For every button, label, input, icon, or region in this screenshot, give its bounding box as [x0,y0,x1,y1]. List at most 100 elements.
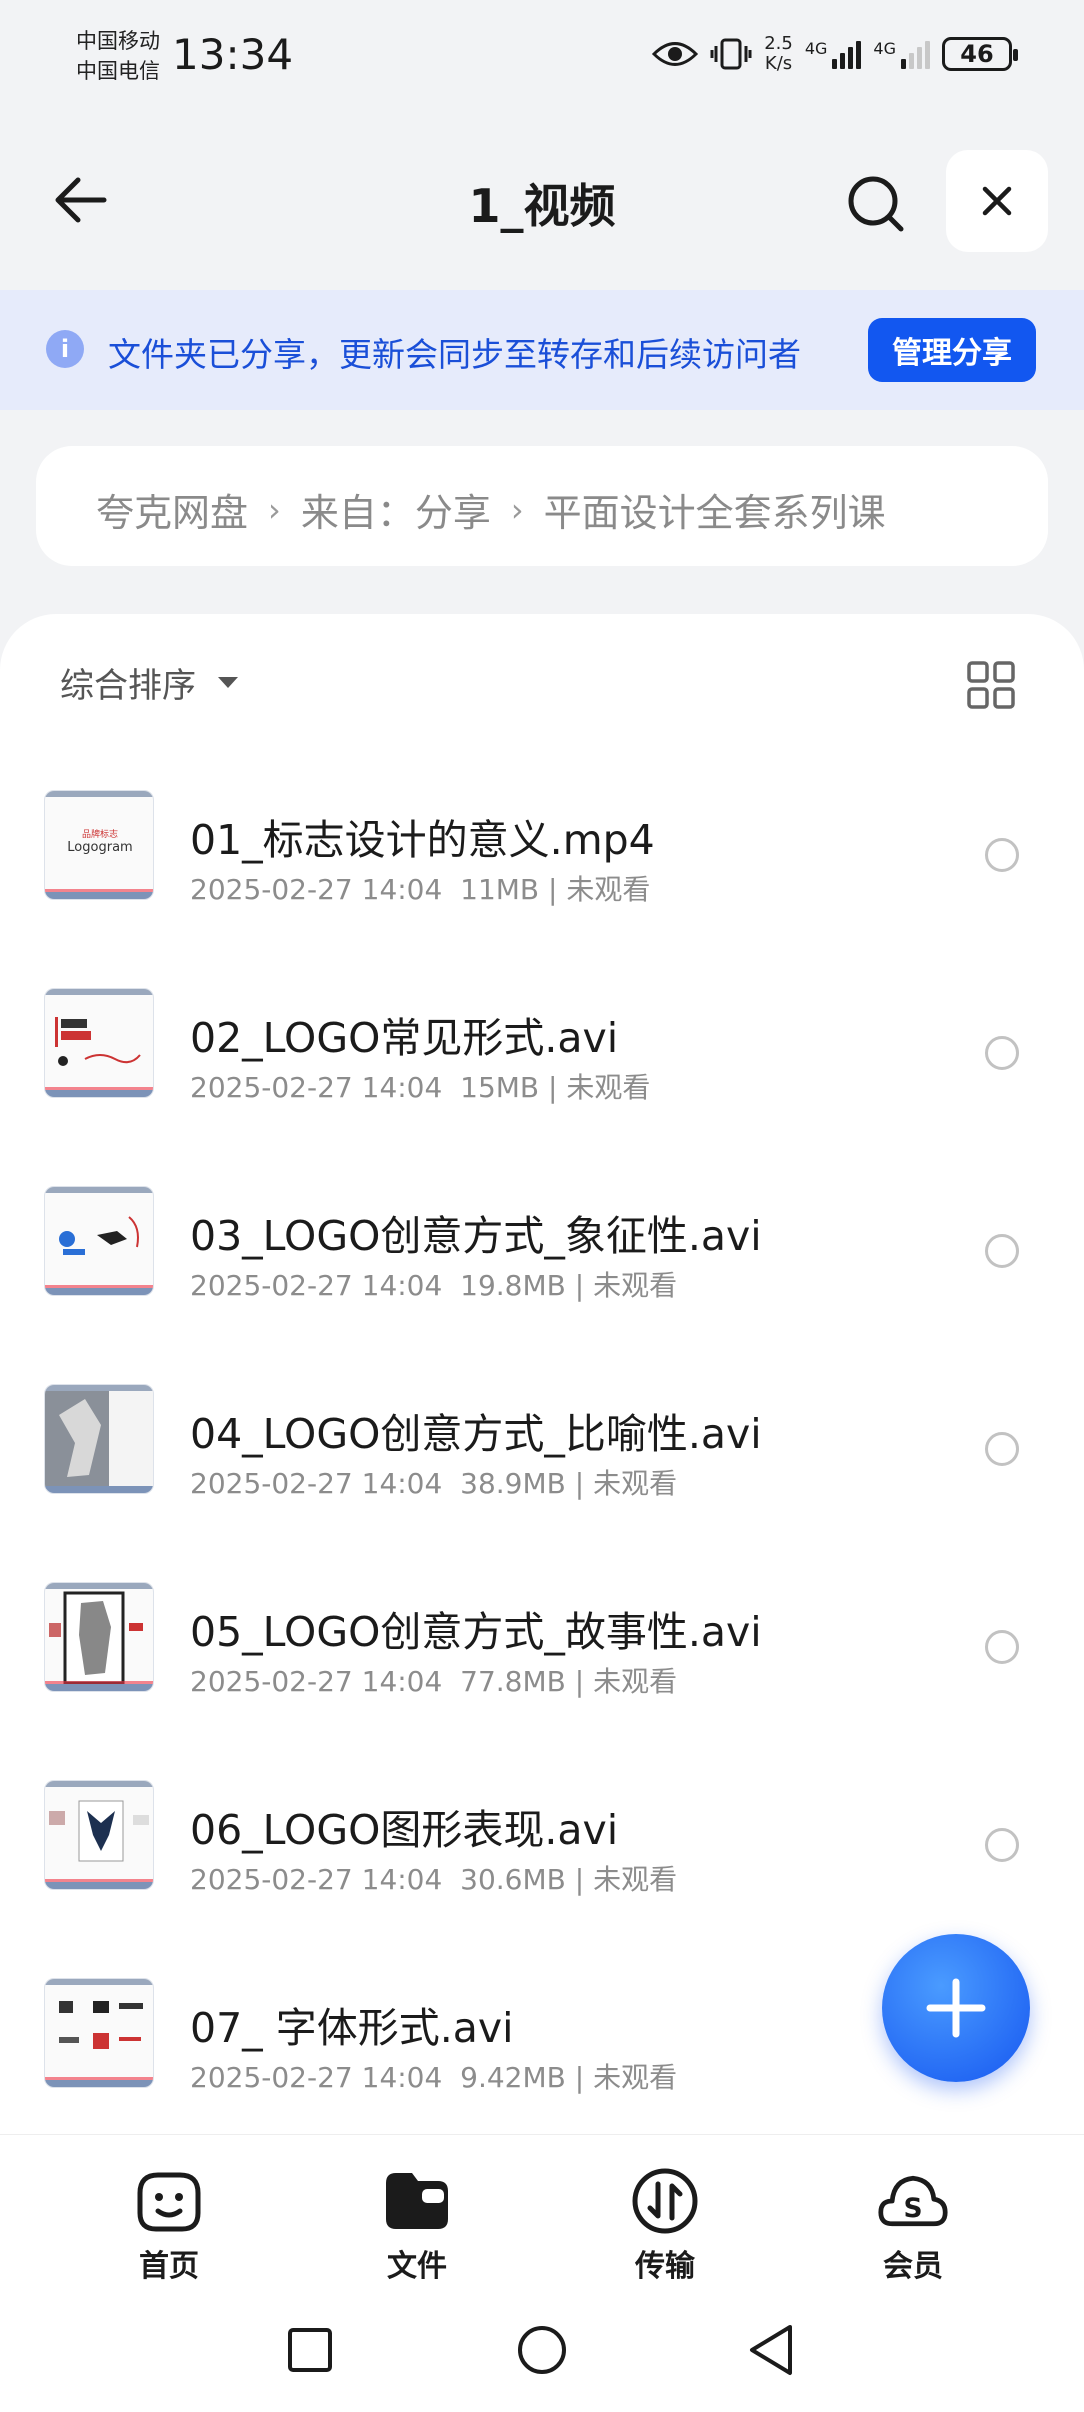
share-banner-text: 文件夹已分享，更新会同步至转存和后续访问者 [108,335,801,374]
signal-1-label: 4G [804,39,828,58]
file-size: 9.42MB [460,2061,566,2094]
app-header: 1_视频 [0,140,1084,260]
vibrate-icon [710,38,752,70]
status-bar: 中国移动 中国电信 13:34 2.5 K/s 4G 4G 46 [0,0,1084,120]
nav-member[interactable]: S 会员 [848,2165,978,2285]
sort-label: 综合排序 [60,666,196,706]
add-button[interactable] [882,1934,1030,2082]
recents-button[interactable] [280,2320,340,2380]
page-title: 1_视频 [468,179,616,233]
smiley-home-icon [137,2172,201,2232]
carrier-2: 中国电信 [76,59,160,83]
nav-files[interactable]: 文件 [352,2165,482,2285]
net-speed: 2.5 K/s [764,34,793,74]
caret-down-icon [218,677,238,688]
file-row[interactable]: 06_LOGO图形表现.avi 2025-02-27 14:04 30.6MB … [0,1744,1084,1942]
file-row[interactable]: 05_LOGO创意方式_故事性.avi 2025-02-27 14:04 77.… [0,1546,1084,1744]
signal-1-icon: 4G [805,39,862,69]
file-panel: 综合排序 品牌标志 Logogram 01_标志设计的意义.mp4 2025-02… [0,614,1084,2134]
breadcrumb-item-course[interactable]: 平面设计全套系列课 [544,482,886,537]
watch-status: 未观看 [566,1071,651,1104]
nav-home[interactable]: 首页 [104,2165,234,2285]
chevron-right-icon: › [510,490,524,529]
svg-text:Logogram: Logogram [67,840,132,855]
file-date: 2025-02-27 14:04 [190,1665,443,1698]
file-size: 77.8MB [460,1665,566,1698]
file-size: 15MB [460,1071,540,1104]
system-back-button[interactable] [742,2320,802,2380]
file-date: 2025-02-27 14:04 [190,1863,443,1896]
sort-dropdown[interactable]: 综合排序 [60,658,238,707]
file-meta: 2025-02-27 14:04 30.6MB | 未观看 [190,1863,678,1896]
transfer-icon [632,2168,698,2234]
folder-icon [386,2173,448,2229]
select-radio[interactable] [985,838,1019,872]
file-size: 19.8MB [460,1269,566,1302]
bottom-nav: 首页 文件 传输 S 会员 [0,2134,1084,2284]
file-date: 2025-02-27 14:04 [190,1071,443,1104]
search-icon [848,176,904,232]
watch-status: 未观看 [593,2061,678,2094]
file-name: 05_LOGO创意方式_故事性.avi [190,1608,762,1656]
breadcrumb-fade [968,446,1048,566]
file-meta: 2025-02-27 14:04 38.9MB | 未观看 [190,1467,678,1500]
close-icon [982,186,1012,216]
file-meta: 2025-02-27 14:04 77.8MB | 未观看 [190,1665,678,1698]
video-thumbnail [44,1978,154,2088]
file-size: 11MB [460,873,540,906]
nav-home-label: 首页 [139,2249,199,2284]
file-name: 06_LOGO图形表现.avi [190,1806,619,1854]
system-nav-bar [0,2284,1084,2412]
file-row[interactable]: 品牌标志 Logogram 01_标志设计的意义.mp4 2025-02-27 1… [0,754,1084,952]
watch-status: 未观看 [593,1467,678,1500]
file-date: 2025-02-27 14:04 [190,1269,443,1302]
nav-member-label: 会员 [883,2249,943,2284]
battery-icon: 46 [942,37,1018,71]
net-speed-value: 2.5 [764,33,793,54]
svg-text:S: S [903,2193,922,2224]
file-list: 品牌标志 Logogram 01_标志设计的意义.mp4 2025-02-27 1… [0,754,1084,2140]
plus-icon [926,1978,986,2038]
signal-2-label: 4G [873,39,896,58]
home-button[interactable] [512,2320,572,2380]
file-date: 2025-02-27 14:04 [190,1467,443,1500]
file-meta: 2025-02-27 14:04 19.8MB | 未观看 [190,1269,678,1302]
file-size: 30.6MB [460,1863,566,1896]
signal-2-icon: 4G [873,39,930,69]
nav-transfer[interactable]: 传输 [600,2165,730,2285]
select-radio[interactable] [985,1630,1019,1664]
select-radio[interactable] [985,1234,1019,1268]
video-thumbnail: 品牌标志 Logogram [44,790,154,900]
breadcrumb-item-share[interactable]: 来自：分享 [301,482,491,537]
nav-files-label: 文件 [387,2249,447,2284]
file-size: 38.9MB [460,1467,566,1500]
file-name: 01_标志设计的意义.mp4 [190,816,655,864]
watch-status: 未观看 [566,873,651,906]
watch-status: 未观看 [593,1863,678,1896]
file-name: 02_LOGO常见形式.avi [190,1014,619,1062]
circle-icon [518,2326,566,2374]
watch-status: 未观看 [593,1269,678,1302]
select-radio[interactable] [985,1432,1019,1466]
search-button[interactable] [836,164,916,244]
file-row[interactable]: 02_LOGO常见形式.avi 2025-02-27 14:04 15MB | … [0,952,1084,1150]
grid-view-icon[interactable] [966,660,1016,710]
file-name: 07_ 字体形式.avi [190,2004,514,2052]
video-thumbnail [44,1186,154,1296]
video-thumbnail [44,1582,154,1692]
select-radio[interactable] [985,1828,1019,1862]
carrier-1: 中国移动 [76,29,160,53]
close-button[interactable] [946,150,1048,252]
select-radio[interactable] [985,1036,1019,1070]
file-row[interactable]: 03_LOGO创意方式_象征性.avi 2025-02-27 14:04 19.… [0,1150,1084,1348]
square-icon [288,2328,332,2372]
net-speed-unit: K/s [764,53,793,74]
carrier-info: 中国移动 中国电信 [76,26,160,86]
file-row[interactable]: 04_LOGO创意方式_比喻性.avi 2025-02-27 14:04 38.… [0,1348,1084,1546]
chevron-right-icon: › [268,490,281,529]
manage-share-button[interactable]: 管理分享 [868,318,1036,382]
video-thumbnail [44,988,154,1098]
breadcrumb-item-root[interactable]: 夸克网盘 [96,482,248,537]
file-meta: 2025-02-27 14:04 15MB | 未观看 [190,1071,651,1104]
video-thumbnail [44,1384,154,1494]
